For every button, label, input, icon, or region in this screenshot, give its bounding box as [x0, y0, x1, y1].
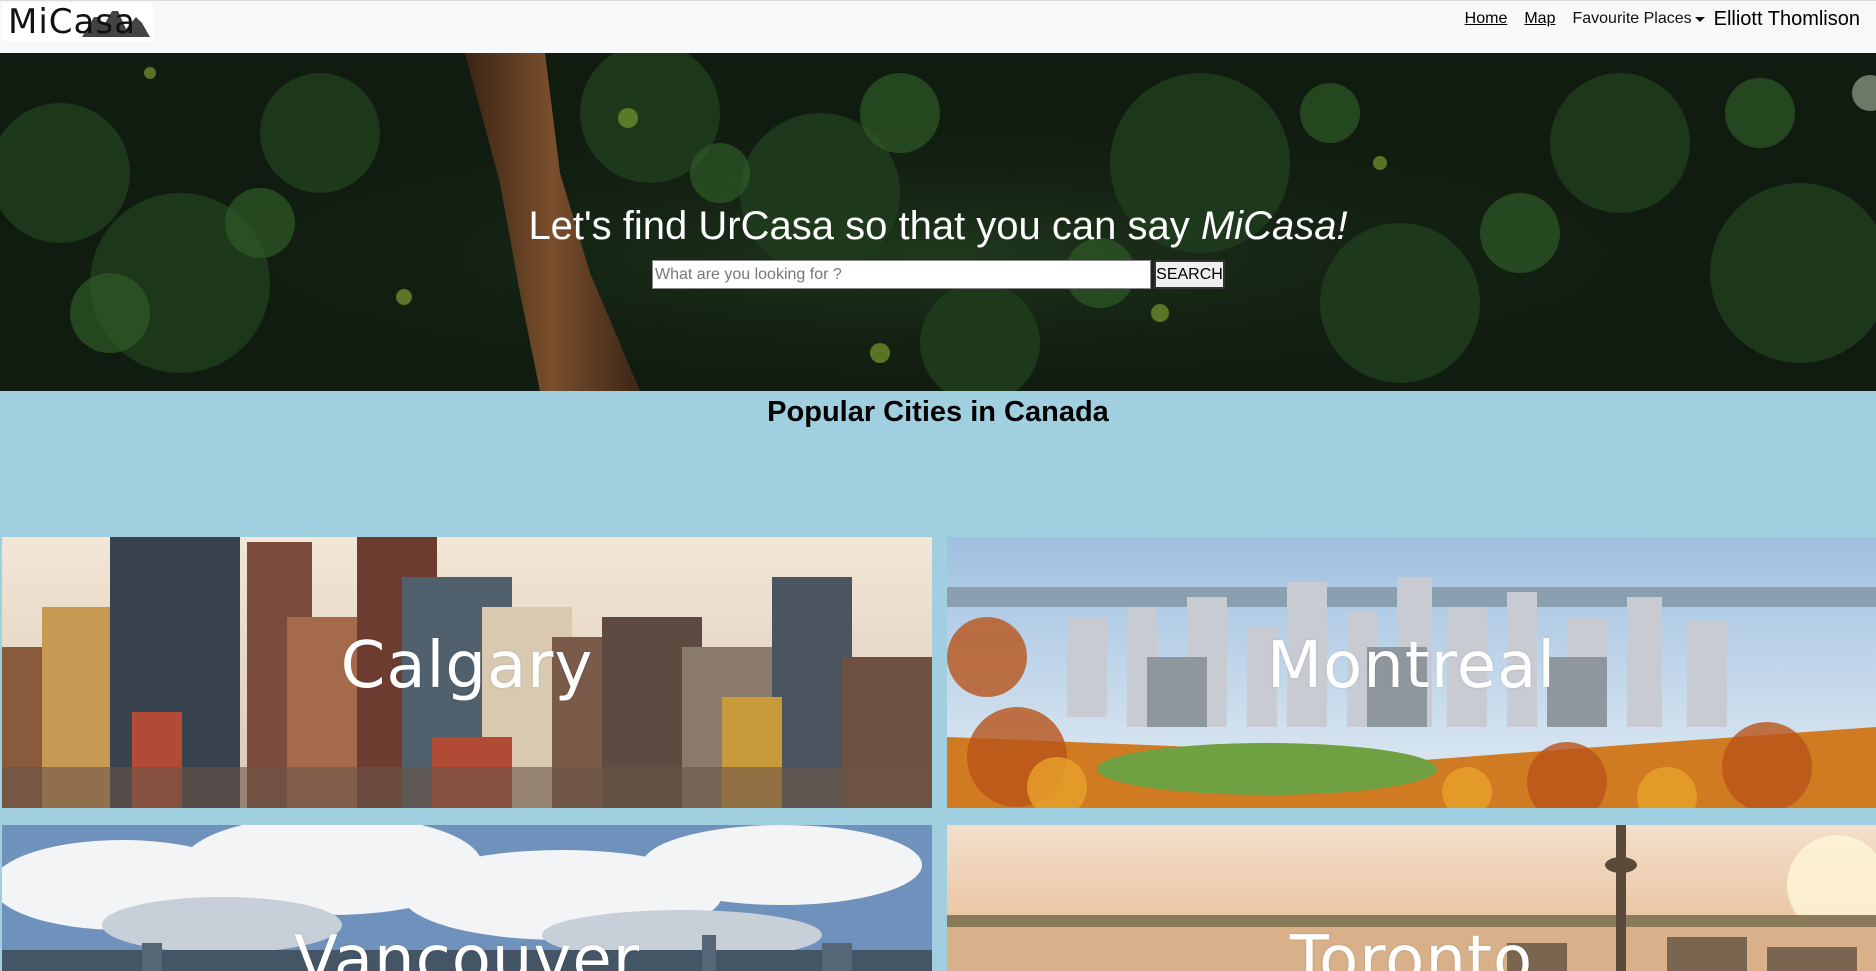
- nav-links: Home Map Favourite Places Elliott Thomli…: [1448, 8, 1860, 31]
- hero-title: Let's find UrCasa so that you can say Mi…: [0, 203, 1876, 249]
- search-bar: SEARCH: [652, 260, 1225, 289]
- search-button[interactable]: SEARCH: [1154, 260, 1225, 289]
- logo-text: MiCasa: [8, 3, 136, 41]
- navbar: MiCasa Home Map Favourite Places Elliott…: [0, 0, 1876, 53]
- city-label-calgary: Calgary: [340, 629, 594, 703]
- city-card-montreal[interactable]: Montreal: [947, 537, 1876, 808]
- user-name[interactable]: Elliott Thomlison: [1714, 8, 1860, 31]
- city-card-vancouver[interactable]: Vancouver: [2, 825, 932, 971]
- favourite-places-dropdown[interactable]: Favourite Places: [1572, 10, 1705, 28]
- city-label-toronto: Toronto: [1289, 923, 1534, 971]
- search-input[interactable]: [652, 260, 1151, 289]
- favourite-places-label: Favourite Places: [1572, 10, 1692, 27]
- nav-home-link[interactable]: Home: [1465, 10, 1508, 28]
- hero-title-text: Let's find UrCasa so that you can say: [528, 204, 1201, 248]
- city-label-vancouver: Vancouver: [293, 923, 641, 971]
- micasa-logo[interactable]: MiCasa: [2, 3, 153, 41]
- hero-banner: Let's find UrCasa so that you can say Mi…: [0, 53, 1876, 391]
- city-card-toronto[interactable]: Toronto: [947, 825, 1876, 971]
- hero-title-emphasis: MiCasa!: [1200, 204, 1348, 248]
- caret-down-icon: [1694, 17, 1705, 22]
- city-label-montreal: Montreal: [1266, 629, 1557, 703]
- popular-cities-heading: Popular Cities in Canada: [767, 396, 1109, 428]
- city-card-calgary[interactable]: Calgary: [2, 537, 932, 808]
- nav-map-link[interactable]: Map: [1524, 10, 1555, 28]
